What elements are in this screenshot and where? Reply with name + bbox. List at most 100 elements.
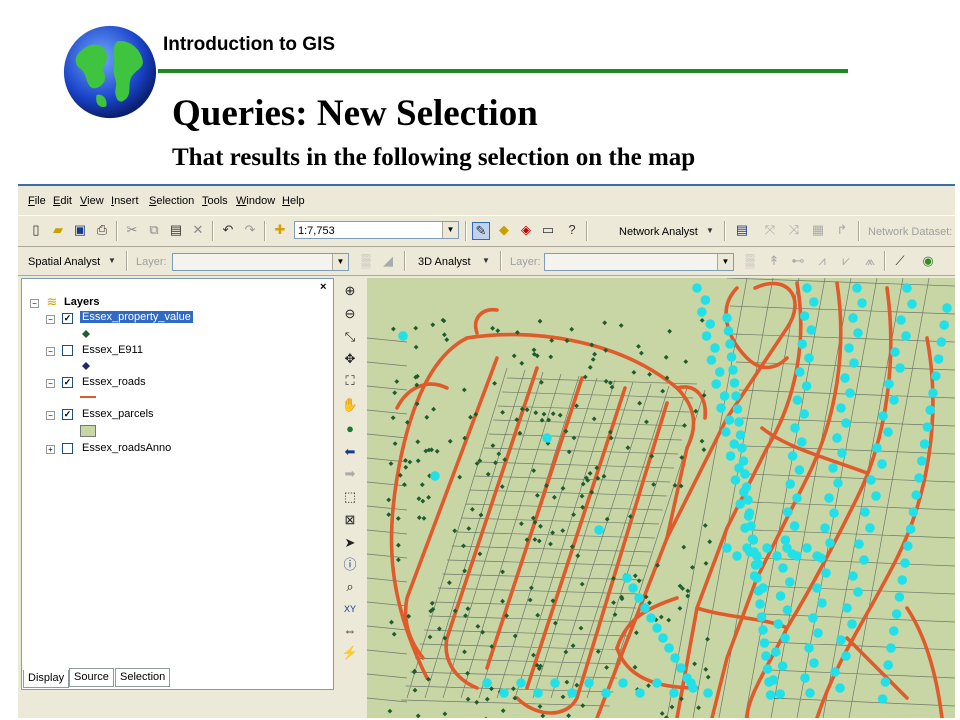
paste-icon[interactable]: ▤ bbox=[168, 222, 184, 238]
create-network-location-icon[interactable]: ⤧ bbox=[762, 222, 778, 238]
whats-this-icon[interactable]: ? bbox=[564, 222, 580, 238]
delete-icon[interactable]: ✕ bbox=[190, 222, 206, 238]
property-point bbox=[446, 580, 452, 586]
selected-property-point bbox=[772, 551, 782, 561]
property-point bbox=[633, 630, 639, 636]
fixed-zoom-in-icon[interactable]: ⤡ bbox=[341, 328, 359, 346]
steepest-path-icon[interactable]: ↟ bbox=[766, 253, 782, 269]
close-icon[interactable]: × bbox=[320, 281, 326, 293]
3d-analyst-menu[interactable]: 3D Analyst bbox=[418, 256, 471, 268]
tab-display[interactable]: Display bbox=[23, 670, 70, 688]
property-point bbox=[389, 619, 394, 625]
command-line-icon[interactable]: ▭ bbox=[540, 222, 556, 238]
forward-arrow-icon[interactable]: ➡ bbox=[341, 465, 359, 483]
arcscene-icon[interactable]: ◉ bbox=[920, 253, 936, 269]
editor-toolbar-icon[interactable]: ✎ bbox=[472, 222, 490, 240]
arccatalog-icon[interactable]: ◈ bbox=[518, 222, 534, 238]
interpolate-point-icon[interactable]: ⩘ bbox=[814, 253, 830, 269]
open-folder-icon[interactable]: ▰ bbox=[50, 222, 66, 238]
layer-checkbox[interactable]: ✓ bbox=[62, 409, 73, 420]
menu-help[interactable]: Help bbox=[282, 195, 305, 207]
interpolate-line-icon[interactable]: ⩗ bbox=[838, 253, 854, 269]
menu-insert[interactable]: Insert bbox=[111, 195, 139, 207]
tab-source[interactable]: Source bbox=[69, 668, 114, 687]
menu-view[interactable]: View bbox=[80, 195, 104, 207]
layer-name[interactable]: Essex_property_value bbox=[80, 311, 193, 323]
add-data-icon[interactable]: ✚ bbox=[272, 222, 288, 238]
clear-selection-icon[interactable]: ⊠ bbox=[341, 511, 359, 529]
spatial-layer-combo[interactable]: ▼ bbox=[172, 253, 349, 271]
chevron-down-icon[interactable]: ▼ bbox=[717, 254, 733, 270]
network-analyst-menu[interactable]: Network Analyst bbox=[619, 226, 698, 238]
back-arrow-icon[interactable]: ⬅ bbox=[341, 443, 359, 461]
layer-name[interactable]: Essex_E911 bbox=[82, 344, 143, 356]
contour-icon[interactable]: ◢ bbox=[380, 253, 396, 269]
3d-layer-combo[interactable]: ▼ bbox=[544, 253, 734, 271]
interpolate-polygon-icon[interactable]: ⩕ bbox=[862, 253, 878, 269]
tab-selection[interactable]: Selection bbox=[115, 668, 171, 687]
layer-name[interactable]: Essex_parcels bbox=[82, 408, 154, 420]
menu-selection[interactable]: Selection bbox=[149, 195, 194, 207]
layer-name[interactable]: Essex_roads bbox=[82, 376, 146, 388]
find-icon[interactable]: ⌕ bbox=[341, 578, 359, 596]
select-move-network-icon[interactable]: ⤨ bbox=[786, 222, 802, 238]
redo-icon[interactable]: ↷ bbox=[242, 222, 258, 238]
expand-icon[interactable]: + bbox=[46, 445, 55, 454]
measure-icon[interactable]: ⇔ bbox=[341, 622, 359, 640]
print-icon[interactable]: ⎙ bbox=[94, 222, 110, 238]
undo-icon[interactable]: ↶ bbox=[220, 222, 236, 238]
layer-name[interactable]: Essex_roadsAnno bbox=[82, 442, 171, 454]
property-point bbox=[637, 400, 643, 406]
selected-property-point bbox=[889, 395, 899, 405]
collapse-icon[interactable]: − bbox=[46, 411, 55, 420]
layer-checkbox[interactable] bbox=[62, 443, 73, 454]
collapse-icon[interactable]: − bbox=[30, 299, 39, 308]
course-title: Introduction to GIS bbox=[163, 34, 336, 55]
cut-icon[interactable]: ✂ bbox=[124, 222, 140, 238]
profile-graph-icon[interactable]: ⟋ bbox=[892, 253, 908, 269]
collapse-icon[interactable]: − bbox=[46, 315, 55, 324]
full-extent-icon[interactable]: ⛶ bbox=[341, 372, 359, 390]
network-window-icon[interactable]: ▤ bbox=[734, 222, 750, 238]
fixed-zoom-out-icon[interactable]: ✥ bbox=[341, 350, 359, 368]
new-document-icon[interactable]: ▯ bbox=[28, 222, 44, 238]
solve-icon[interactable]: ▦ bbox=[810, 222, 826, 238]
select-features-icon[interactable]: ⬚ bbox=[341, 488, 359, 506]
globe-full-extent-icon[interactable]: ● bbox=[341, 420, 359, 438]
zoom-out-icon[interactable]: ⊖ bbox=[341, 305, 359, 323]
chevron-down-icon[interactable]: ▼ bbox=[478, 253, 494, 269]
menu-window[interactable]: Window bbox=[236, 195, 275, 207]
identify-icon[interactable]: ⓘ bbox=[341, 556, 359, 574]
zoom-in-icon[interactable]: ⊕ bbox=[341, 282, 359, 300]
chevron-down-icon[interactable]: ▼ bbox=[702, 223, 718, 239]
select-elements-icon[interactable]: ➤ bbox=[341, 534, 359, 552]
pan-icon[interactable]: ✋ bbox=[341, 396, 359, 414]
arctoolbox-icon[interactable]: ◆ bbox=[496, 222, 512, 238]
chevron-down-icon[interactable]: ▼ bbox=[104, 253, 120, 269]
property-point bbox=[575, 553, 581, 559]
property-point bbox=[703, 666, 709, 672]
menu-file[interactable]: File bbox=[28, 195, 46, 207]
map-scale-combo[interactable]: 1:7,753 ▼ bbox=[294, 221, 459, 239]
directions-icon[interactable]: ↱ bbox=[834, 222, 850, 238]
save-icon[interactable]: ▣ bbox=[72, 222, 88, 238]
create-contours-icon[interactable]: ▒ bbox=[742, 253, 758, 269]
chevron-down-icon[interactable]: ▼ bbox=[332, 254, 348, 270]
line-of-sight-icon[interactable]: ⊷ bbox=[790, 253, 806, 269]
layer-checkbox[interactable]: ✓ bbox=[62, 377, 73, 388]
collapse-icon[interactable]: − bbox=[46, 347, 55, 356]
layer-checkbox[interactable] bbox=[62, 345, 73, 356]
histogram-icon[interactable]: ▒ bbox=[358, 253, 374, 269]
chevron-down-icon[interactable]: ▼ bbox=[442, 222, 458, 238]
menu-edit[interactable]: Edit bbox=[53, 195, 72, 207]
spatial-analyst-menu[interactable]: Spatial Analyst bbox=[28, 256, 100, 268]
hyperlink-icon[interactable]: ⚡ bbox=[341, 644, 359, 662]
collapse-icon[interactable]: − bbox=[46, 379, 55, 388]
selected-property-point bbox=[840, 373, 850, 383]
layer-checkbox[interactable]: ✓ bbox=[62, 313, 73, 324]
data-frame-name[interactable]: Layers bbox=[64, 296, 99, 308]
go-to-xy-icon[interactable]: XY bbox=[341, 600, 359, 618]
copy-icon[interactable]: ⧉ bbox=[146, 222, 162, 238]
menu-tools[interactable]: Tools bbox=[202, 195, 228, 207]
selected-property-point bbox=[833, 478, 843, 488]
